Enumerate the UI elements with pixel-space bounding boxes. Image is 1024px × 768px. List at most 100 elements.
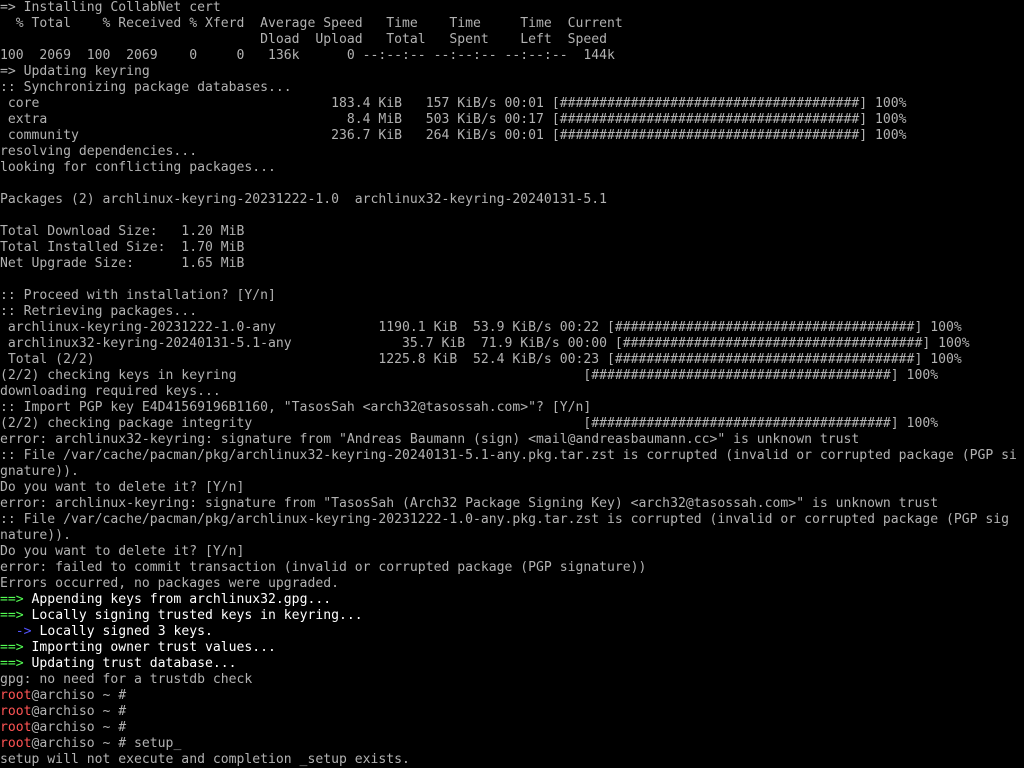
terminal-line: Packages (2) archlinux-keyring-20231222-… (0, 192, 1024, 208)
terminal-text: => Updating keyring (0, 64, 150, 79)
terminal-text: gnature)). (0, 464, 79, 479)
terminal-line: :: Synchronizing package databases... (0, 80, 1024, 96)
terminal-line: Net Upgrade Size: 1.65 MiB (0, 256, 1024, 272)
terminal-line: gnature)). (0, 464, 1024, 480)
terminal-text: error: failed to commit transaction (inv… (0, 560, 647, 575)
terminal-line: :: Proceed with installation? [Y/n] (0, 288, 1024, 304)
terminal-text: Total Download Size: 1.20 MiB (0, 224, 245, 239)
terminal-line: ==> Appending keys from archlinux32.gpg.… (0, 592, 1024, 608)
terminal-line: (2/2) checking keys in keyring [########… (0, 368, 1024, 384)
terminal-text: community 236.7 KiB 264 KiB/s 00:01 [###… (0, 128, 907, 143)
terminal-line: => Installing CollabNet cert (0, 0, 1024, 16)
terminal-line: archlinux32-keyring-20240131-5.1-any 35.… (0, 336, 1024, 352)
terminal-text: nature)). (0, 528, 71, 543)
terminal-text: Dload Upload Total Spent Left Speed (0, 32, 607, 47)
terminal-line: looking for conflicting packages... (0, 160, 1024, 176)
terminal-line: archlinux-keyring-20231222-1.0-any 1190.… (0, 320, 1024, 336)
terminal-text: Updating trust database... (23, 656, 237, 671)
terminal-line: :: File /var/cache/pacman/pkg/archlinux-… (0, 512, 1024, 528)
terminal-text: :: Synchronizing package databases... (0, 80, 292, 95)
terminal-line: Total Installed Size: 1.70 MiB (0, 240, 1024, 256)
terminal-text: Appending keys from archlinux32.gpg... (23, 592, 332, 607)
prompt-user: root (0, 688, 32, 703)
terminal-line: Total (2/2) 1225.8 KiB 52.4 KiB/s 00:23 … (0, 352, 1024, 368)
terminal-line: (2/2) checking package integrity [######… (0, 416, 1024, 432)
terminal-line: :: Retrieving packages... (0, 304, 1024, 320)
terminal-text: Locally signing trusted keys in keyring.… (23, 608, 363, 623)
terminal-text: archlinux-keyring-20231222-1.0-any 1190.… (0, 320, 962, 335)
terminal-text: Total (2/2) 1225.8 KiB 52.4 KiB/s 00:23 … (0, 352, 962, 367)
terminal-text: % Total % Received % Xferd Average Speed… (0, 16, 623, 31)
terminal-text: :: File /var/cache/pacman/pkg/archlinux3… (0, 448, 1017, 463)
terminal-text: Net Upgrade Size: 1.65 MiB (0, 256, 245, 271)
terminal-text: downloading required keys... (0, 384, 221, 399)
terminal-line: root@archiso ~ # (0, 704, 1024, 720)
terminal-line: ==> Updating trust database... (0, 656, 1024, 672)
terminal-text: 100 2069 100 2069 0 0 136k 0 --:--:-- --… (0, 48, 615, 63)
terminal-line: => Updating keyring (0, 64, 1024, 80)
terminal-text: => Installing CollabNet cert (0, 0, 221, 15)
prompt-user: root (0, 736, 32, 751)
terminal-line: nature)). (0, 528, 1024, 544)
terminal-line: ==> Locally signing trusted keys in keyr… (0, 608, 1024, 624)
terminal-line: setup will not execute and completion _s… (0, 752, 1024, 768)
terminal-text: :: Proceed with installation? [Y/n] (0, 288, 276, 303)
terminal-text: :: Import PGP key E4D41569196B1160, "Tas… (0, 400, 592, 415)
terminal-line: core 183.4 KiB 157 KiB/s 00:01 [########… (0, 96, 1024, 112)
terminal-text: Do you want to delete it? [Y/n] (0, 480, 245, 495)
terminal-text: @archiso ~ # setup_ (31, 736, 182, 751)
terminal-line: gpg: no need for a trustdb check (0, 672, 1024, 688)
terminal-line: Do you want to delete it? [Y/n] (0, 544, 1024, 560)
terminal-window[interactable]: => Installing CollabNet cert % Total % R… (0, 0, 1024, 768)
terminal-text: extra 8.4 MiB 503 KiB/s 00:17 [#########… (0, 112, 907, 127)
terminal-line: error: archlinux-keyring: signature from… (0, 496, 1024, 512)
terminal-text: Do you want to delete it? [Y/n] (0, 544, 245, 559)
terminal-line: ==> Importing owner trust values... (0, 640, 1024, 656)
terminal-text: error: archlinux32-keyring: signature fr… (0, 432, 860, 447)
prompt-user: root (0, 704, 32, 719)
terminal-line: extra 8.4 MiB 503 KiB/s 00:17 [#########… (0, 112, 1024, 128)
terminal-text: error: archlinux-keyring: signature from… (0, 496, 939, 511)
terminal-line: community 236.7 KiB 264 KiB/s 00:01 [###… (0, 128, 1024, 144)
terminal-line: Errors occurred, no packages were upgrad… (0, 576, 1024, 592)
terminal-line: error: failed to commit transaction (inv… (0, 560, 1024, 576)
terminal-text: looking for conflicting packages... (0, 160, 276, 175)
terminal-text: Errors occurred, no packages were upgrad… (0, 576, 339, 591)
terminal-text: Importing owner trust values... (23, 640, 276, 655)
terminal-text: (2/2) checking package integrity [######… (0, 416, 939, 431)
prompt-user: root (0, 720, 32, 735)
terminal-text: @archiso ~ # (31, 720, 127, 735)
terminal-text: Total Installed Size: 1.70 MiB (0, 240, 245, 255)
terminal-text: :: File /var/cache/pacman/pkg/archlinux-… (0, 512, 1010, 527)
terminal-text: setup will not execute and completion _s… (0, 752, 410, 767)
terminal-text: Packages (2) archlinux-keyring-20231222-… (0, 192, 607, 207)
terminal-line: root@archiso ~ # setup_ (0, 736, 1024, 752)
arrow-marker: ==> (0, 656, 24, 671)
terminal-text: (2/2) checking keys in keyring [########… (0, 368, 939, 383)
terminal-line: resolving dependencies... (0, 144, 1024, 160)
terminal-text: resolving dependencies... (0, 144, 198, 159)
terminal-line: Do you want to delete it? [Y/n] (0, 480, 1024, 496)
terminal-line: 100 2069 100 2069 0 0 136k 0 --:--:-- --… (0, 48, 1024, 64)
terminal-line: % Total % Received % Xferd Average Speed… (0, 16, 1024, 32)
terminal-line: :: Import PGP key E4D41569196B1160, "Tas… (0, 400, 1024, 416)
terminal-text: archlinux32-keyring-20240131-5.1-any 35.… (0, 336, 970, 351)
terminal-text: Locally signed 3 keys. (31, 624, 213, 639)
terminal-line: downloading required keys... (0, 384, 1024, 400)
terminal-text: :: Retrieving packages... (0, 304, 198, 319)
terminal-line: -> Locally signed 3 keys. (0, 624, 1024, 640)
terminal-text: @archiso ~ # (31, 688, 127, 703)
terminal-line: root@archiso ~ # (0, 688, 1024, 704)
arrow-marker: ==> (0, 592, 24, 607)
terminal-text: gpg: no need for a trustdb check (0, 672, 253, 687)
terminal-text: @archiso ~ # (31, 704, 127, 719)
sub-arrow-marker: -> (15, 624, 32, 639)
terminal-line: root@archiso ~ # (0, 720, 1024, 736)
terminal-line: :: File /var/cache/pacman/pkg/archlinux3… (0, 448, 1024, 464)
arrow-marker: ==> (0, 640, 24, 655)
terminal-line: Total Download Size: 1.20 MiB (0, 224, 1024, 240)
